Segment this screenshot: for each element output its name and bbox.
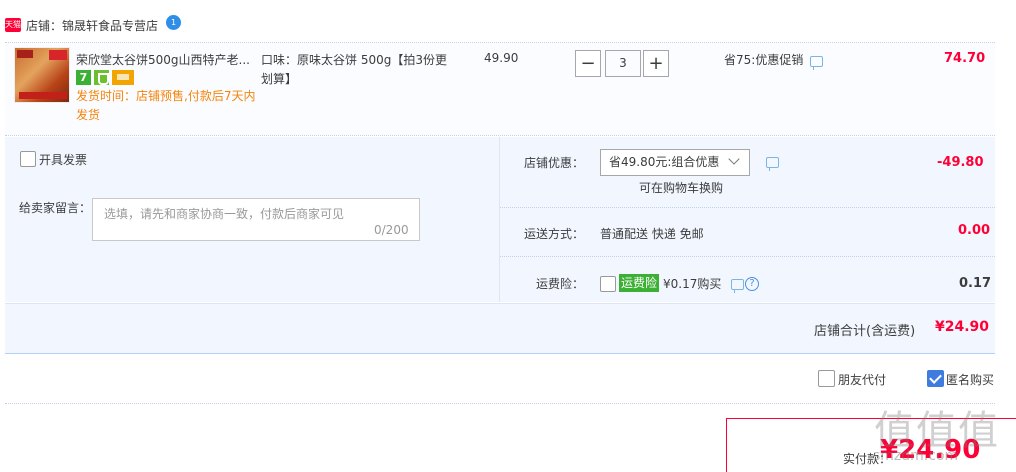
watermark-url: smzdm.com	[873, 448, 959, 464]
shipping-method-value: 普通配送 快递 免邮	[600, 227, 704, 241]
comment-icon[interactable]	[810, 56, 823, 70]
shop-name[interactable]: 店铺：锦晟轩食品专营店	[26, 17, 158, 34]
store-subtotal-label: 店铺合计(含运费)	[814, 324, 916, 339]
store-discount-label: 店铺优惠：	[524, 156, 585, 170]
panel-divider	[499, 137, 500, 302]
seven-day-return-icon: 7	[76, 70, 91, 85]
help-icon[interactable]: ?	[745, 277, 759, 291]
checkout-page: 天猫 店铺：锦晟轩食品专营店 1 荣欣堂太谷饼500g山西特产老... 7 发货…	[0, 0, 1016, 472]
store-discount-note[interactable]: 可在购物车换购	[639, 179, 723, 196]
seller-message-count: 0/200	[374, 223, 409, 237]
quantity-decrease-button[interactable]: −	[575, 50, 601, 77]
friend-pay-checkbox[interactable]	[818, 370, 835, 387]
seller-message-placeholder: 选填，请先和商家协商一致，付款后商家可见	[104, 207, 345, 221]
shipping-method-label: 运送方式：	[524, 227, 585, 241]
store-subtotal-amount: ¥24.90	[935, 319, 990, 335]
shipping-insurance-price[interactable]: ¥0.17购买	[663, 275, 721, 292]
ship-time-notice: 发货时间：店铺预售,付款后7天内发货	[76, 89, 256, 122]
tmall-badge: 天猫	[5, 18, 21, 32]
quantity-input[interactable]: 3	[605, 50, 641, 77]
quantity-increase-button[interactable]: +	[643, 50, 669, 77]
credit-card-icon	[112, 70, 134, 85]
unit-price: 49.90	[484, 51, 519, 65]
shipping-insurance-badge: 运费险	[619, 274, 660, 292]
shipping-insurance-amount: 0.17	[959, 276, 992, 291]
comment-icon[interactable]	[731, 279, 744, 293]
store-discount-select[interactable]: 省49.80元:组合优惠	[600, 149, 750, 176]
product-sku: 口味：原味太谷饼 500g【拍3份更划算】	[261, 53, 447, 86]
comment-icon[interactable]	[766, 157, 779, 171]
invoice-checkbox[interactable]	[20, 151, 36, 167]
guarantee-shield-icon	[94, 70, 109, 85]
friend-pay-label[interactable]: 朋友代付	[838, 371, 886, 388]
row-divider	[500, 207, 995, 208]
shipping-insurance-label: 运费险：	[536, 277, 585, 291]
item-promotion: 省75:优惠促销	[724, 53, 804, 67]
shipping-amount: 0.00	[958, 223, 991, 238]
wangwang-chat-icon[interactable]: 1	[166, 15, 181, 30]
anonymous-purchase-checkbox[interactable]	[927, 370, 944, 387]
shipping-insurance-checkbox[interactable]	[600, 276, 616, 292]
row-divider	[500, 256, 995, 257]
section-divider	[5, 403, 995, 404]
store-discount-amount: -49.80	[937, 155, 984, 170]
product-image[interactable]	[14, 47, 70, 103]
product-title[interactable]: 荣欣堂太谷饼500g山西特产老...	[76, 51, 256, 68]
seller-message-label: 给卖家留言：	[19, 201, 92, 215]
item-total-price: 74.70	[944, 51, 986, 66]
invoice-label[interactable]: 开具发票	[39, 151, 87, 168]
anonymous-purchase-label[interactable]: 匿名购买	[946, 371, 994, 388]
service-icons: 7	[76, 70, 134, 85]
